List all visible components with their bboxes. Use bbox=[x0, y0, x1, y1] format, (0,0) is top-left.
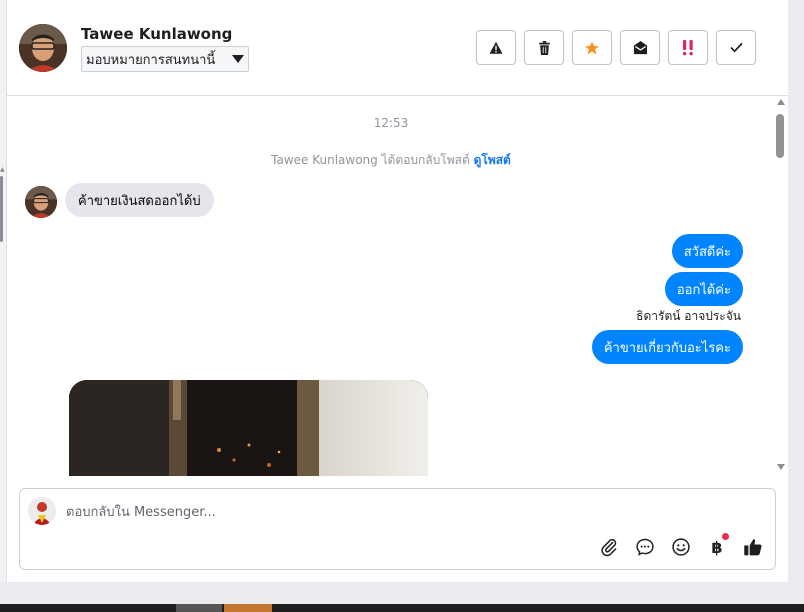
sender-name-label: ธิดารัตน์ อาจประจัน bbox=[636, 309, 741, 323]
reply-note-text: Tawee Kunlawong ได้ตอบกลับโพสต์ bbox=[271, 153, 474, 167]
thread-scrollbar[interactable] bbox=[775, 96, 788, 476]
conversation-header: Tawee Kunlawong มอบหมายการสนทนานี้ bbox=[7, 0, 788, 96]
mark-done-button[interactable] bbox=[716, 30, 756, 65]
payment-button[interactable]: ฿ bbox=[705, 533, 729, 559]
taskbar-app-active[interactable] bbox=[224, 604, 272, 612]
saved-replies-button[interactable] bbox=[633, 535, 657, 559]
follow-up-button[interactable] bbox=[668, 30, 708, 65]
reply-input[interactable] bbox=[66, 501, 666, 523]
outgoing-message[interactable]: ค้าขายเกี่ยวกับอะไรคะ bbox=[591, 330, 743, 364]
attach-button[interactable] bbox=[597, 535, 621, 559]
scroll-down-arrow-icon[interactable] bbox=[777, 464, 785, 470]
outgoing-message[interactable]: ออกได้ค่ะ bbox=[664, 272, 743, 306]
reply-note: Tawee Kunlawong ได้ตอบกลับโพสต์ ดูโพสต์ bbox=[7, 151, 775, 170]
send-like-button[interactable] bbox=[741, 535, 765, 559]
star-icon bbox=[585, 40, 599, 54]
emoji-button[interactable] bbox=[669, 535, 693, 559]
taskbar-app[interactable] bbox=[176, 604, 222, 612]
scroll-up-arrow-icon[interactable] bbox=[777, 99, 785, 105]
message-thread: 12:53 Tawee Kunlawong ได้ตอบกลับโพสต์ ดู… bbox=[7, 96, 775, 476]
contact-name[interactable]: Tawee Kunlawong bbox=[81, 25, 232, 43]
scrollbar-thumb[interactable] bbox=[776, 114, 784, 158]
chat-bubble-icon bbox=[636, 538, 654, 556]
notification-dot bbox=[722, 533, 729, 540]
composer-actions: ฿ bbox=[597, 533, 765, 559]
outgoing-message[interactable]: สวัสดีค่ะ bbox=[671, 234, 743, 268]
smiley-icon bbox=[672, 538, 690, 556]
trash-icon bbox=[538, 40, 550, 55]
warning-triangle-icon bbox=[489, 41, 503, 54]
star-button[interactable] bbox=[572, 30, 612, 65]
page-avatar bbox=[28, 497, 56, 525]
os-taskbar bbox=[0, 604, 804, 612]
left-scrollbar-thumb[interactable] bbox=[0, 176, 3, 242]
paperclip-icon bbox=[601, 538, 617, 557]
photo-attachment[interactable] bbox=[69, 380, 428, 476]
conversation-toolbar bbox=[476, 30, 756, 65]
assign-conversation-label: มอบหมายการสนทนานี้ bbox=[86, 52, 216, 68]
caret-down-icon bbox=[232, 55, 244, 63]
mark-unread-button[interactable] bbox=[620, 30, 660, 65]
report-spam-button[interactable] bbox=[476, 30, 516, 65]
left-pane-edge bbox=[0, 0, 7, 582]
message-composer: ฿ bbox=[19, 488, 776, 570]
assign-conversation-dropdown[interactable]: มอบหมายการสนทนานี้ bbox=[81, 46, 249, 72]
sender-avatar[interactable] bbox=[25, 186, 57, 218]
contact-avatar[interactable] bbox=[19, 24, 67, 72]
left-scroll-up-icon[interactable]: ▲ bbox=[0, 166, 5, 173]
view-post-link[interactable]: ดูโพสต์ bbox=[474, 153, 511, 167]
incoming-message[interactable]: ค้าขายเงินสดออกได้บ่ bbox=[65, 183, 214, 217]
message-timestamp: 12:53 bbox=[373, 116, 409, 130]
double-exclamation-icon bbox=[683, 39, 693, 55]
check-icon bbox=[729, 42, 743, 53]
envelope-open-icon bbox=[633, 40, 647, 55]
baht-currency-icon: ฿ bbox=[711, 537, 723, 557]
delete-button[interactable] bbox=[524, 30, 564, 65]
thumbs-up-icon bbox=[744, 539, 762, 556]
